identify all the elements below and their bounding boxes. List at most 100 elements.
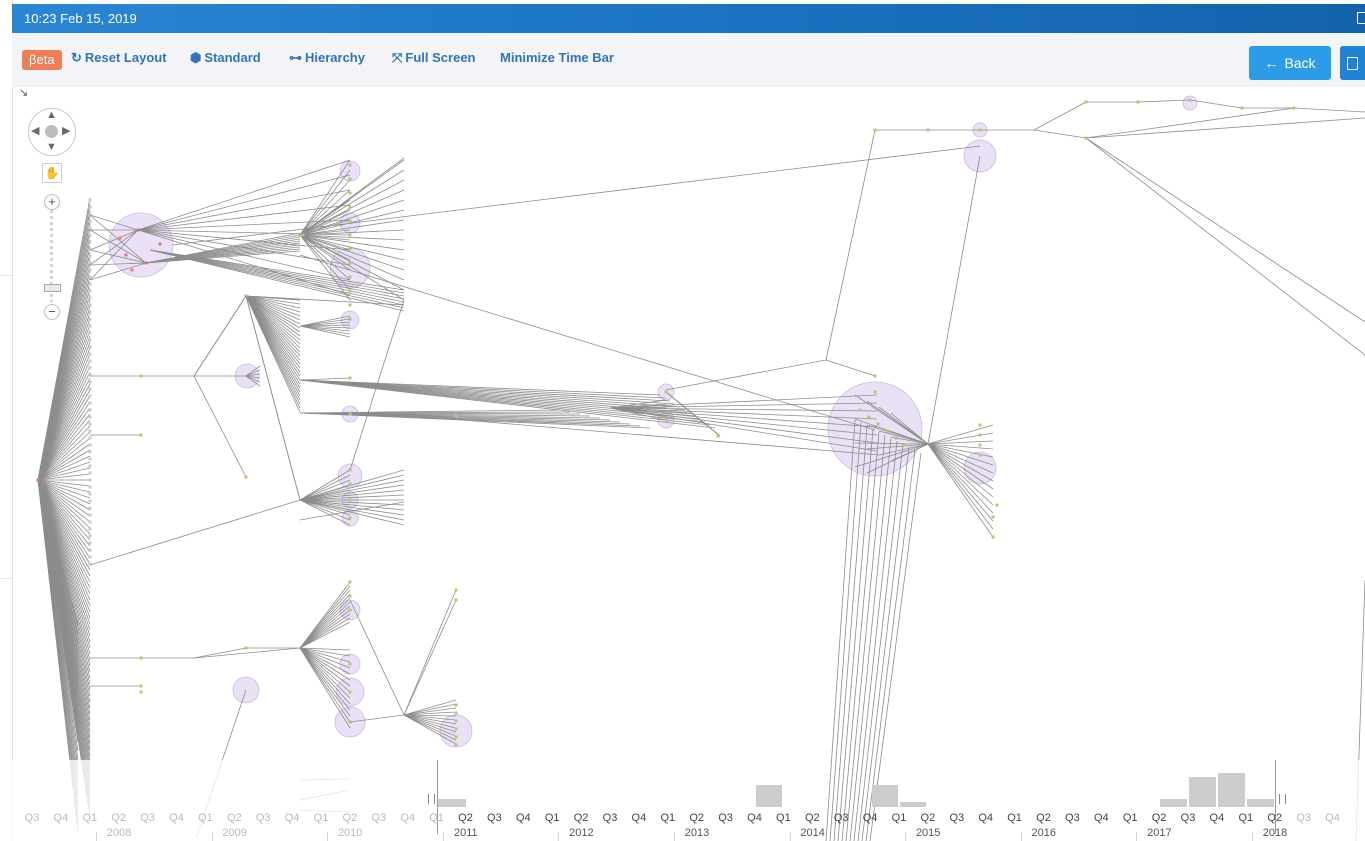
time-bar-activity-bar[interactable] (1160, 799, 1187, 807)
graph-link[interactable] (37, 389, 91, 481)
collapse-arrow-icon[interactable]: ↘ (19, 88, 29, 99)
graph-link[interactable] (1189, 99, 1243, 109)
graph-link[interactable] (299, 234, 405, 301)
graph-node[interactable] (139, 656, 143, 660)
link-chart-canvas[interactable]: ↘ ▲ ▼ ◀ ▶ ✋ + − (12, 87, 1365, 841)
graph-link[interactable] (299, 647, 351, 705)
graph-node[interactable] (88, 233, 92, 237)
graph-node[interactable] (1240, 106, 1244, 110)
graph-node[interactable] (348, 303, 352, 307)
zoom-in-button[interactable]: + (44, 194, 60, 210)
graph-cluster-bubble[interactable] (108, 212, 174, 278)
graph-node[interactable] (88, 282, 92, 286)
graph-node[interactable] (88, 464, 92, 468)
hierarchy-layout-button[interactable]: ⊶ Hierarchy (289, 50, 365, 65)
graph-cluster-bubble[interactable] (1182, 95, 1198, 111)
window-icon[interactable] (1357, 12, 1365, 24)
graph-node[interactable] (348, 516, 352, 520)
graph-link[interactable] (1085, 137, 1365, 323)
graph-node[interactable] (88, 513, 92, 517)
graph-link[interactable] (299, 621, 351, 649)
graph-node[interactable] (88, 394, 92, 398)
graph-node[interactable] (88, 499, 92, 503)
graph-node[interactable] (88, 401, 92, 405)
standard-layout-button[interactable]: ⬢ Standard (190, 50, 261, 65)
graph-node[interactable] (873, 128, 877, 132)
graph-node[interactable] (88, 541, 92, 545)
graph-link[interactable] (299, 605, 351, 649)
graph-node[interactable] (454, 414, 458, 418)
graph-node[interactable] (348, 580, 352, 584)
graph-node[interactable] (348, 261, 352, 265)
graph-node[interactable] (1084, 136, 1088, 140)
graph-link[interactable] (299, 593, 351, 649)
graph-node[interactable] (454, 735, 458, 739)
graph-node[interactable] (348, 219, 352, 223)
full-screen-button[interactable]: ⤧ Full Screen (392, 50, 475, 65)
graph-node[interactable] (885, 429, 889, 433)
graph-node[interactable] (88, 408, 92, 412)
graph-node[interactable] (867, 415, 871, 419)
graph-node[interactable] (716, 434, 720, 438)
graph-node[interactable] (348, 205, 352, 209)
chevron-up-icon[interactable]: ▲ (46, 110, 57, 121)
graph-node[interactable] (88, 359, 92, 363)
graph-link[interactable] (1085, 137, 1365, 356)
graph-node[interactable] (88, 338, 92, 342)
time-bar-activity-bar[interactable] (1247, 799, 1274, 807)
graph-node[interactable] (88, 254, 92, 258)
chevron-left-icon[interactable]: ◀ (31, 126, 39, 137)
time-bar-activity-bar[interactable] (1218, 773, 1245, 807)
graph-link[interactable] (825, 359, 876, 377)
graph-node[interactable] (88, 296, 92, 300)
graph-node[interactable] (348, 482, 352, 486)
graph-link[interactable] (193, 647, 247, 659)
graph-node[interactable] (454, 719, 458, 723)
graph-node[interactable] (348, 247, 352, 251)
graph-link[interactable] (1033, 129, 1087, 139)
graph-node[interactable] (454, 588, 458, 592)
time-bar-activity-bar[interactable] (1189, 777, 1216, 807)
graph-node[interactable] (88, 240, 92, 244)
graph-node[interactable] (348, 608, 352, 612)
graph-node[interactable] (139, 690, 143, 694)
graph-node[interactable] (88, 275, 92, 279)
graph-node[interactable] (124, 253, 128, 257)
graph-link[interactable] (1137, 99, 1191, 103)
graph-node[interactable] (348, 498, 352, 502)
graph-node[interactable] (139, 684, 143, 688)
minimize-time-bar-button[interactable]: Minimize Time Bar (500, 50, 614, 65)
graph-node[interactable] (118, 236, 122, 240)
graph-node[interactable] (454, 727, 458, 731)
graph-link[interactable] (403, 414, 881, 456)
graph-link[interactable] (403, 707, 457, 716)
graph-link[interactable] (299, 377, 351, 381)
graph-node[interactable] (348, 191, 352, 195)
graph-node[interactable] (130, 268, 134, 272)
graph-node[interactable] (894, 436, 898, 440)
graph-node[interactable] (88, 443, 92, 447)
graph-node[interactable] (903, 443, 907, 447)
graph-node[interactable] (88, 268, 92, 272)
graph-node[interactable] (454, 598, 458, 602)
graph-node[interactable] (88, 520, 92, 524)
graph-link[interactable] (1033, 101, 1087, 131)
graph-node[interactable] (991, 515, 995, 519)
graph-node[interactable] (348, 163, 352, 167)
graph-node[interactable] (978, 128, 982, 132)
graph-node[interactable] (978, 423, 982, 427)
graph-node[interactable] (88, 471, 92, 475)
graph-node[interactable] (454, 703, 458, 707)
pan-center-icon[interactable] (45, 125, 58, 138)
graph-node[interactable] (664, 418, 668, 422)
graph-node[interactable] (88, 205, 92, 209)
hand-icon[interactable]: ✋ (42, 163, 62, 183)
graph-node[interactable] (88, 415, 92, 419)
graph-node[interactable] (88, 366, 92, 370)
graph-node[interactable] (88, 387, 92, 391)
graph-node[interactable] (88, 534, 92, 538)
graph-node[interactable] (88, 219, 92, 223)
graph-node[interactable] (88, 548, 92, 552)
graph-node[interactable] (88, 492, 92, 496)
graph-node[interactable] (348, 233, 352, 237)
